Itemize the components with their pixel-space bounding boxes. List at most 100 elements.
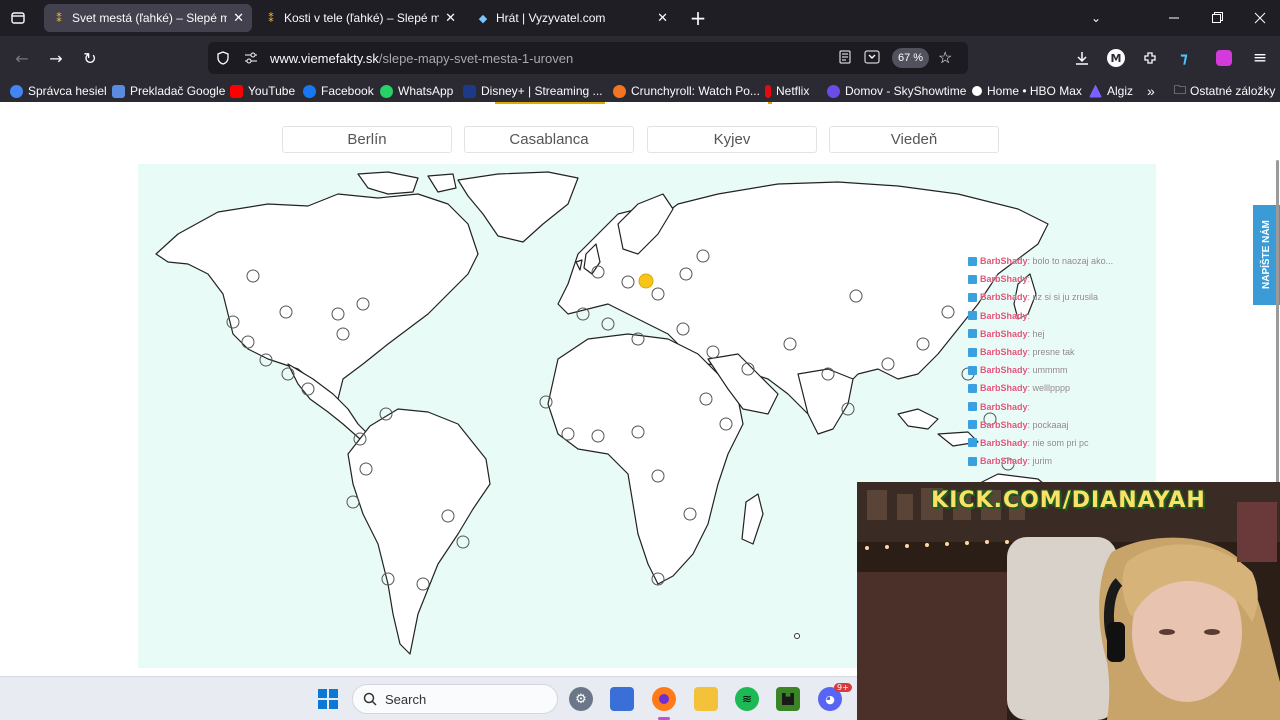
bookmark-netflix[interactable]: Netflix — [765, 82, 809, 100]
search-label: Search — [385, 691, 427, 707]
list-tabs-icon[interactable]: ⌄ — [1084, 6, 1108, 30]
spotify-icon[interactable]: ≋ — [735, 687, 759, 711]
more-bookmarks-chevron-icon[interactable]: » — [1147, 82, 1155, 100]
reader-view-icon[interactable] — [838, 50, 852, 67]
save-to-pocket-icon[interactable] — [864, 50, 880, 67]
bookmark-label: Algiz — [1107, 84, 1134, 98]
chat-username: BarbShady — [980, 456, 1028, 467]
chat-message: BarbShady: — [968, 270, 1278, 288]
chat-badge-icon — [968, 329, 977, 339]
minimize-button[interactable] — [1162, 6, 1186, 30]
chat-badge-icon — [968, 311, 977, 321]
tab-vyzyvatel[interactable]: ◆ Hrát | Vyzyvatel.com ✕ — [468, 4, 676, 32]
answer-option-casablanca[interactable]: Casablanca — [464, 126, 634, 153]
bookmark-label: Ostatné záložky — [1190, 84, 1276, 98]
chat-message: BarbShady: presne tak — [968, 343, 1278, 361]
url-path: /slepe-mapy-svet-mesta-1-uroven — [378, 50, 574, 66]
bookmark-skyshowtime[interactable]: Domov - SkyShowtime — [827, 82, 966, 100]
extensions-icon[interactable] — [1138, 46, 1162, 70]
forward-button[interactable]: → — [44, 46, 68, 70]
whatsapp-icon — [380, 84, 393, 98]
permissions-icon[interactable] — [244, 51, 258, 65]
menu-hamburger-icon[interactable]: ≡ — [1248, 46, 1272, 70]
chat-text: : uz si si ju zrusila — [1027, 292, 1099, 303]
chat-badge-icon — [968, 292, 977, 302]
zoom-level-button[interactable]: 67 % — [892, 48, 930, 68]
tab-kosti-v-tele[interactable]: ⁑ Kosti v tele (ľahké) – Slepé mapy ✕ — [256, 4, 464, 32]
chat-username: BarbShady — [980, 419, 1028, 430]
chat-text: : bolo to naozaj ako... — [1027, 256, 1114, 267]
bookmark-algiz[interactable]: Algiz — [1089, 82, 1133, 100]
chat-message: BarbShady: nie som pri pc — [968, 434, 1278, 452]
stream-chat-overlay: BarbShady: bolo to naozaj ako... BarbSha… — [968, 252, 1278, 470]
answer-option-berlin[interactable]: Berlín — [282, 126, 452, 153]
south-america-landmass — [347, 408, 491, 655]
answer-option-viedne[interactable]: Viedeň — [829, 126, 999, 153]
bookmark-password-manager[interactable]: Správca hesiel — [10, 82, 107, 100]
crunchyroll-icon — [613, 84, 626, 98]
chat-badge-icon — [968, 438, 977, 448]
file-explorer-icon[interactable] — [694, 687, 718, 711]
extension-icon[interactable]: ⁊ — [1172, 46, 1196, 70]
url-bar[interactable]: www.viemefakty.sk /slepe-mapy-svet-mesta… — [208, 42, 968, 74]
translate-icon — [112, 84, 125, 98]
bookmark-whatsapp[interactable]: WhatsApp — [380, 82, 453, 100]
extension-pink-icon[interactable] — [1212, 46, 1236, 70]
chat-text: : pockaaaj — [1027, 419, 1069, 430]
maximize-button[interactable] — [1205, 6, 1229, 30]
tab-bar: ⁑ Svet mestá (ľahké) – Slepé mapy ✕ ⁑ Ko… — [0, 0, 1280, 36]
bookmark-label: Prekladač Google — [130, 84, 226, 98]
bookmark-star-icon[interactable]: ☆ — [938, 48, 952, 68]
close-tab-icon[interactable]: ✕ — [233, 10, 244, 26]
bookmark-crunchyroll[interactable]: Crunchyroll: Watch Po... — [613, 82, 760, 100]
tab-label: Svet mestá (ľahké) – Slepé mapy — [72, 11, 228, 25]
control-panel-icon[interactable] — [610, 687, 634, 711]
taskbar-search-box[interactable]: Search — [352, 684, 558, 714]
chat-message: BarbShady: jurim — [968, 452, 1278, 470]
other-bookmarks-folder[interactable]: 🗀 Ostatné záložky — [1174, 82, 1275, 100]
chat-text: : — [1027, 274, 1031, 285]
close-tab-icon[interactable]: ✕ — [657, 10, 668, 26]
chat-text: : — [1027, 310, 1031, 321]
bookmark-youtube[interactable]: YouTube — [230, 82, 295, 100]
chat-message: BarbShady: — [968, 398, 1278, 416]
bookmark-label: Netflix — [776, 84, 810, 98]
windows-start-icon[interactable] — [316, 687, 340, 711]
google-icon — [10, 84, 23, 98]
close-tab-icon[interactable]: ✕ — [445, 10, 456, 26]
account-avatar[interactable]: M — [1104, 46, 1128, 70]
chat-badge-icon — [968, 456, 977, 466]
minecraft-icon[interactable] — [776, 687, 800, 711]
disney-icon — [463, 84, 476, 98]
chat-username: BarbShady — [980, 256, 1028, 267]
netflix-icon — [765, 84, 771, 98]
chat-badge-icon — [968, 402, 977, 412]
navigation-toolbar: ← → ↻ www.viemefakty.sk /slepe-mapy-svet… — [0, 36, 1280, 80]
new-tab-button[interactable]: + — [686, 6, 710, 30]
url-host: www.viemefakty.sk — [270, 50, 379, 66]
tab-overview-icon[interactable] — [6, 6, 30, 30]
back-button[interactable]: ← — [10, 46, 34, 70]
chat-text: : nie som pri pc — [1027, 437, 1089, 448]
reload-button[interactable]: ↻ — [78, 46, 102, 70]
shield-icon[interactable] — [216, 51, 230, 65]
chat-badge-icon — [968, 420, 977, 430]
tab-svet-mesta[interactable]: ⁑ Svet mestá (ľahké) – Slepé mapy ✕ — [44, 4, 252, 32]
bookmark-disney[interactable]: Disney+ | Streaming ... — [463, 82, 603, 100]
puzzle-favicon-icon: ⁑ — [56, 12, 62, 25]
bookmark-label: WhatsApp — [398, 84, 454, 98]
close-window-button[interactable] — [1248, 6, 1272, 30]
answer-option-kyjev[interactable]: Kyjev — [647, 126, 817, 153]
active-city-marker[interactable] — [638, 273, 654, 289]
chat-badge-icon — [968, 347, 977, 357]
firefox-icon[interactable] — [652, 687, 676, 711]
settings-gear-icon[interactable]: ⚙ — [569, 687, 593, 711]
chat-badge-icon — [968, 274, 977, 284]
chat-message: BarbShady: welllpppp — [968, 379, 1278, 397]
puzzle-favicon-icon: ⁑ — [268, 12, 274, 25]
facebook-icon — [303, 84, 316, 98]
bookmark-hbo-max[interactable]: Home • HBO Max — [972, 82, 1082, 100]
bookmark-google-translate[interactable]: Prekladač Google — [112, 82, 225, 100]
bookmark-facebook[interactable]: Facebook — [303, 82, 374, 100]
downloads-icon[interactable] — [1070, 46, 1094, 70]
